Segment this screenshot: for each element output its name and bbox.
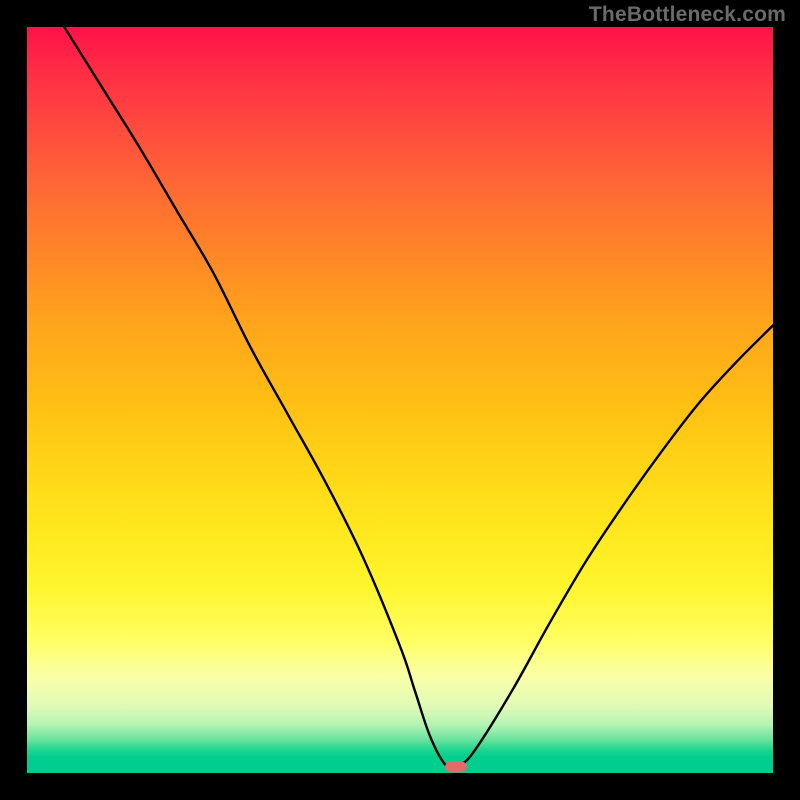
watermark-label: TheBottleneck.com [589,3,786,27]
plot-area [27,27,773,773]
optimal-point-marker [445,762,467,773]
chart-frame: TheBottleneck.com [0,0,800,800]
bottleneck-curve [27,27,773,773]
